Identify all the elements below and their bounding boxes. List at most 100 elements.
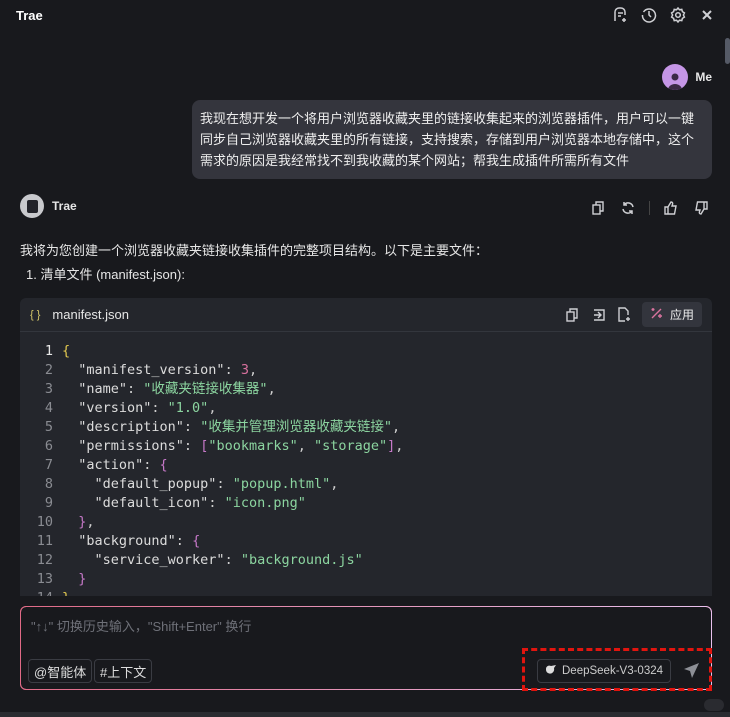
- code-token: :: [224, 362, 241, 378]
- code-filename: manifest.json: [52, 307, 129, 322]
- apply-button[interactable]: 应用: [641, 302, 702, 327]
- code-line: 12 "service_worker": "background.js": [20, 551, 712, 570]
- code-token: 3: [240, 362, 249, 378]
- code-token: ,: [395, 438, 404, 454]
- line-number: 13: [36, 571, 53, 587]
- line-number: 11: [36, 533, 53, 549]
- input-placeholder: "↑↓" 切换历史输入，"Shift+Enter" 换行: [31, 619, 252, 634]
- watermark: [704, 699, 724, 711]
- app-title: Trae: [16, 7, 43, 23]
- code-token: ,: [330, 476, 339, 492]
- code-lines: 1{2 "manifest_version": 3,3 "name": "收藏夹…: [20, 332, 712, 596]
- code-token: "version": [62, 400, 152, 416]
- line-number: 14: [20, 589, 53, 596]
- code-line: 7 "action": {: [20, 456, 712, 475]
- magic-wand-icon: [650, 306, 664, 323]
- assistant-intro: 我将为您创建一个浏览器收藏夹链接收集插件的完整项目结构。以下是主要文件：: [20, 243, 489, 258]
- code-token: "popup.html": [232, 476, 331, 492]
- code-line: 1{: [20, 342, 712, 361]
- code-token: "manifest_version": [62, 362, 225, 378]
- code-token: "default_popup": [62, 476, 217, 492]
- code-token: "1.0": [167, 400, 209, 416]
- code-token: "service_worker": [62, 552, 225, 568]
- code-token: :: [127, 381, 144, 397]
- code-token: "default_icon": [62, 495, 209, 511]
- code-token: ,: [248, 362, 258, 378]
- code-line: 11 "background": {: [20, 532, 712, 551]
- code-token: "storage": [314, 438, 388, 454]
- line-number: 10: [36, 514, 53, 530]
- code-token: "permissions": [62, 438, 184, 454]
- code-line: 5 "description": "收集并管理浏览器收藏夹链接",: [20, 418, 712, 437]
- code-token: :: [224, 552, 241, 568]
- code-line: 8 "default_popup": "popup.html",: [20, 475, 712, 494]
- history-icon[interactable]: [640, 6, 658, 24]
- user-header: Me: [662, 64, 712, 90]
- code-line: 2 "manifest_version": 3,: [20, 361, 712, 380]
- avatar: [662, 64, 689, 90]
- assistant-avatar: [20, 194, 44, 218]
- code-token: :: [216, 476, 233, 492]
- line-number: 5: [44, 419, 53, 435]
- line-number: 3: [44, 381, 53, 397]
- code-line: 4 "version": "1.0",: [20, 399, 712, 418]
- code-token: }: [62, 571, 87, 587]
- code-token: :: [143, 457, 160, 473]
- code-token: "description": [62, 419, 184, 435]
- line-number: 9: [44, 495, 53, 511]
- code-token: {: [62, 343, 71, 359]
- code-token: "收集并管理浏览器收藏夹链接": [200, 419, 392, 435]
- code-token: :: [183, 438, 201, 454]
- line-number: 12: [36, 552, 53, 568]
- code-token: [: [200, 438, 209, 454]
- code-line: 10 },: [20, 513, 712, 532]
- code-token: "action": [62, 457, 144, 473]
- title-bar: Trae: [0, 0, 730, 30]
- code-line: 3 "name": "收藏夹链接收集器",: [20, 380, 712, 399]
- code-block: { } manifest.json 应用 1{2 "manifest_versi…: [20, 298, 712, 596]
- code-token: ,: [86, 514, 95, 530]
- close-icon[interactable]: [698, 6, 716, 24]
- code-token: ,: [391, 419, 401, 435]
- code-line: 9 "default_icon": "icon.png": [20, 494, 712, 513]
- code-token: ]: [387, 438, 396, 454]
- code-token: }: [62, 589, 70, 596]
- copy-icon[interactable]: [589, 199, 607, 217]
- assistant-list-item: 1. 清单文件 (manifest.json):: [26, 267, 185, 282]
- code-token: ,: [208, 400, 217, 416]
- code-token: :: [183, 419, 201, 435]
- code-token: {: [159, 457, 168, 473]
- code-token: }: [62, 514, 87, 530]
- highlight-annotation: [522, 648, 712, 691]
- code-token: {: [192, 533, 201, 549]
- thumbs-up-icon[interactable]: [662, 199, 680, 217]
- regenerate-icon[interactable]: [619, 199, 637, 217]
- code-token: ,: [267, 381, 276, 397]
- assistant-name: Trae: [52, 199, 77, 213]
- code-token: :: [175, 533, 193, 549]
- code-line: 6 "permissions": ["bookmarks", "storage"…: [20, 437, 712, 456]
- thumbs-down-icon[interactable]: [692, 199, 710, 217]
- user-message: 我现在想开发一个将用户浏览器收藏夹里的链接收集起来的浏览器插件，用户可以一键同步…: [192, 100, 712, 179]
- context-button[interactable]: #上下文: [94, 659, 153, 683]
- agent-button[interactable]: @智能体: [28, 659, 93, 683]
- new-file-icon[interactable]: [616, 306, 634, 324]
- apply-label: 应用: [669, 308, 694, 322]
- code-token: :: [208, 495, 225, 511]
- assistant-header: Trae: [20, 194, 77, 218]
- code-token: "background.js": [240, 552, 363, 568]
- new-chat-icon[interactable]: [611, 6, 629, 24]
- code-token: "icon.png": [224, 495, 306, 511]
- gear-icon[interactable]: [669, 6, 687, 24]
- line-number: 2: [44, 362, 53, 378]
- line-number: 6: [44, 438, 53, 454]
- json-file-icon: { }: [30, 308, 41, 321]
- user-name: Me: [695, 70, 712, 84]
- scrollbar[interactable]: [725, 38, 730, 64]
- code-token: "收藏夹链接收集器": [143, 381, 268, 397]
- divider: [649, 201, 650, 215]
- line-number: 8: [44, 476, 53, 492]
- copy-code-icon[interactable]: [564, 306, 582, 324]
- insert-code-icon[interactable]: [590, 306, 608, 324]
- code-token: "name": [62, 381, 128, 397]
